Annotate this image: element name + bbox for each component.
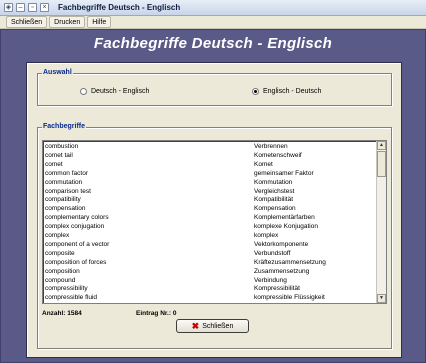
header: Fachbegriffe Deutsch - Englisch — [1, 30, 425, 60]
list-item[interactable]: comet tail Kometenschweif — [45, 152, 375, 160]
radio-label: Englisch - Deutsch — [263, 88, 322, 95]
term-english: compound — [45, 276, 76, 284]
close-button-label: Schließen — [202, 322, 234, 330]
term-german: Verbundstoff — [254, 249, 291, 257]
title-bar: ◈ – ▫ × Fachbegriffe Deutsch - Englisch — [0, 0, 426, 16]
term-english: compressibility — [45, 285, 88, 293]
list-item[interactable]: composition of forces Kräftezusammensetzu… — [45, 259, 375, 267]
list-item[interactable]: compressibility Kompressibilität — [45, 285, 375, 293]
page-title: Fachbegriffe Deutsch - Englisch — [93, 35, 333, 52]
term-german: Kometenschweif — [254, 151, 302, 159]
close-icon[interactable]: × — [40, 3, 49, 12]
term-english: comparison test — [45, 187, 91, 195]
menu-item-schliessen[interactable]: Schließen — [6, 16, 48, 28]
term-english: compressible fluid — [45, 294, 98, 302]
term-german: Kompressibilität — [254, 285, 300, 293]
term-english: composition of forces — [45, 258, 107, 266]
menu-item-drucken[interactable]: Drucken — [49, 16, 86, 28]
list-item[interactable]: common factor gemeinsamer Faktor — [45, 170, 375, 178]
term-english: complex — [45, 232, 70, 239]
menu-item-hilfe[interactable]: Hilfe — [87, 16, 112, 28]
term-german: Vergleichstest — [254, 187, 295, 195]
auswahl-label: Auswahl — [42, 69, 73, 76]
fachbegriffe-label: Fachbegriffe — [42, 123, 87, 130]
restore-icon[interactable]: ▫ — [28, 3, 37, 12]
term-english: complex conjugation — [45, 223, 105, 231]
x-icon: ✖ — [191, 320, 200, 331]
term-german: Kommutation — [254, 178, 293, 186]
list-item[interactable]: composite Verbundstoff — [45, 250, 375, 258]
radio-button[interactable] — [80, 88, 87, 95]
vertical-scrollbar[interactable]: ▲ ▼ — [376, 141, 386, 303]
term-german: Verbrennen — [254, 143, 288, 150]
fachbegriffe-group: Fachbegriffe compressible fluid kompressi… — [37, 123, 392, 349]
scroll-down-icon[interactable]: ▼ — [377, 294, 386, 303]
auswahl-group: Auswahl Deutsch - Englisch Englisch - De… — [37, 69, 392, 106]
term-german: komplexe Konjugation — [254, 223, 318, 231]
list-item[interactable]: compound Verbindung — [45, 277, 375, 285]
term-english: composition — [45, 267, 80, 275]
term-german: Komplementärfarben — [254, 214, 315, 222]
term-german: Kompatibilität — [254, 196, 294, 204]
window-title: Fachbegriffe Deutsch - Englisch — [58, 3, 181, 12]
radio-deutsch-englisch[interactable]: Deutsch - Englisch — [80, 88, 149, 95]
list-item[interactable]: compatibility Kompatibilität — [45, 196, 375, 204]
list-item[interactable]: compensation Kompensation — [45, 205, 375, 213]
terms-list[interactable]: compressible fluid kompressible Flüssigke… — [42, 140, 387, 304]
list-item[interactable]: comet Komet — [45, 161, 375, 169]
radio-englisch-deutsch[interactable]: Englisch - Deutsch — [252, 88, 321, 95]
term-german: Kompensation — [254, 205, 296, 213]
term-german: komplex — [254, 232, 279, 239]
list-item[interactable]: complementary colors Komplementärfarben — [45, 214, 375, 222]
term-german: Zusammensetzung — [254, 267, 310, 275]
term-german: kompressible Flüssigkeit — [254, 294, 325, 302]
radio-label: Deutsch - Englisch — [91, 88, 150, 95]
list-item[interactable]: composition Zusammensetzung — [45, 268, 375, 276]
list-item[interactable]: commutation Kommutation — [45, 179, 375, 187]
scroll-up-icon[interactable]: ▲ — [377, 141, 386, 150]
list-item[interactable]: combustion Verbrennen — [45, 143, 375, 151]
close-button[interactable]: ✖ Schließen — [176, 319, 249, 333]
app-area: Fachbegriffe Deutsch - Englisch Auswahl … — [0, 29, 426, 363]
term-german: Verbindung — [254, 276, 287, 284]
list-item[interactable]: complex komplex — [45, 232, 375, 240]
term-english: comet tail — [45, 151, 73, 159]
entry-number-text: Eintrag Nr.: 0 — [136, 310, 177, 317]
term-english: commutation — [45, 178, 83, 186]
app-icon[interactable]: ◈ — [4, 3, 13, 12]
term-german: Komet — [254, 160, 273, 168]
minimize-icon[interactable]: – — [16, 3, 25, 12]
term-english: comet — [45, 160, 63, 168]
term-english: combustion — [45, 143, 79, 150]
list-item[interactable]: compressible fluid kompressible Flüssigke… — [45, 294, 375, 302]
term-german: Vektorkomponente — [254, 240, 309, 248]
count-text: Anzahl: 1584 — [42, 310, 82, 317]
term-english: component of a vector — [45, 240, 110, 248]
term-german: Kräftezusammensetzung — [254, 258, 326, 266]
term-english: common factor — [45, 169, 88, 177]
menu-bar: Schließen Drucken Hilfe — [0, 16, 426, 29]
list-item[interactable]: comparison test Vergleichstest — [45, 188, 375, 196]
scroll-thumb[interactable] — [377, 151, 386, 177]
main-panel: Auswahl Deutsch - Englisch Englisch - De… — [26, 62, 402, 358]
term-english: complementary colors — [45, 214, 109, 222]
term-english: composite — [45, 249, 75, 257]
term-german: gemeinsamer Faktor — [254, 169, 314, 177]
term-english: compatibility — [45, 196, 81, 204]
list-item[interactable]: component of a vector Vektorkomponente — [45, 241, 375, 249]
list-item[interactable]: complex conjugation komplexe Konjugation — [45, 223, 375, 231]
term-english: compensation — [45, 205, 86, 213]
radio-button-selected[interactable] — [252, 88, 259, 95]
